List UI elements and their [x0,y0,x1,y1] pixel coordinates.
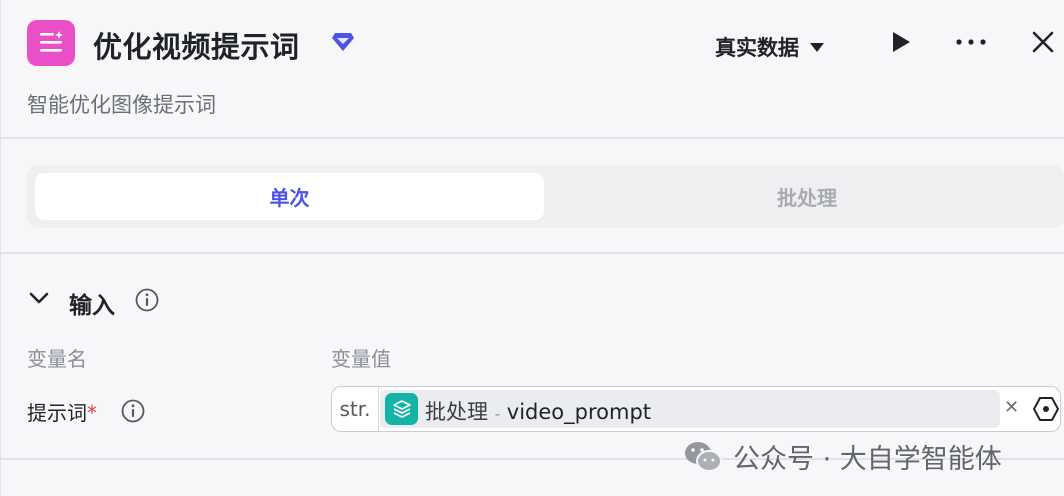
node-panel: 优化视频提示词 真实数据 智能优化图像提示词 单次 批处理 输入 变量名 变量值… [0,0,1064,496]
variable-reference-chip[interactable]: 批处理 - video_prompt [380,390,1000,428]
field-label-prompt: 提示词* [27,397,97,426]
required-mark: * [87,401,97,425]
variable-value-field[interactable]: str. 批处理 - video_prompt ✕ [331,386,1061,432]
close-button[interactable] [1027,26,1059,58]
wechat-icon [685,441,722,472]
batch-layers-icon [385,393,418,425]
data-mode-label: 真实数据 [715,36,799,60]
column-header-value: 变量值 [331,347,391,371]
reference-separator: - [494,405,501,423]
more-dots-icon [956,39,986,45]
reference-text: 批处理 - video_prompt [425,396,651,426]
data-mode-dropdown[interactable]: 真实数据 [715,32,825,62]
column-header-name: 变量名 [27,347,87,371]
reference-node: 批处理 [425,400,488,424]
divider [1,137,1064,139]
tab-single[interactable]: 单次 [35,173,544,220]
tab-batch[interactable]: 批处理 [557,173,1057,220]
play-icon [893,32,910,52]
more-button[interactable] [955,26,987,58]
diamond-badge-icon [331,32,355,56]
section-title-input: 输入 [69,293,115,319]
type-tag: str. [332,387,379,431]
info-icon[interactable] [135,288,159,312]
info-icon[interactable] [121,399,145,423]
watermark-text: 公众号 · 大自学智能体 [733,444,1002,475]
list-sparkle-icon [27,20,75,66]
run-button[interactable] [885,26,917,58]
divider [1,252,1064,254]
collapse-chevron-icon[interactable] [29,290,49,309]
reference-variable: video_prompt [506,400,652,424]
clear-icon[interactable]: ✕ [1004,397,1019,418]
node-description: 智能优化图像提示词 [27,93,216,117]
field-label-text: 提示词 [27,401,87,425]
variable-settings-icon[interactable] [1032,395,1060,427]
watermark: 公众号 · 大自学智能体 [683,437,1002,476]
node-title: 优化视频提示词 [93,30,300,64]
caret-down-icon [810,43,824,52]
close-icon [1032,31,1054,53]
run-mode-tabs: 单次 批处理 [27,165,1064,228]
